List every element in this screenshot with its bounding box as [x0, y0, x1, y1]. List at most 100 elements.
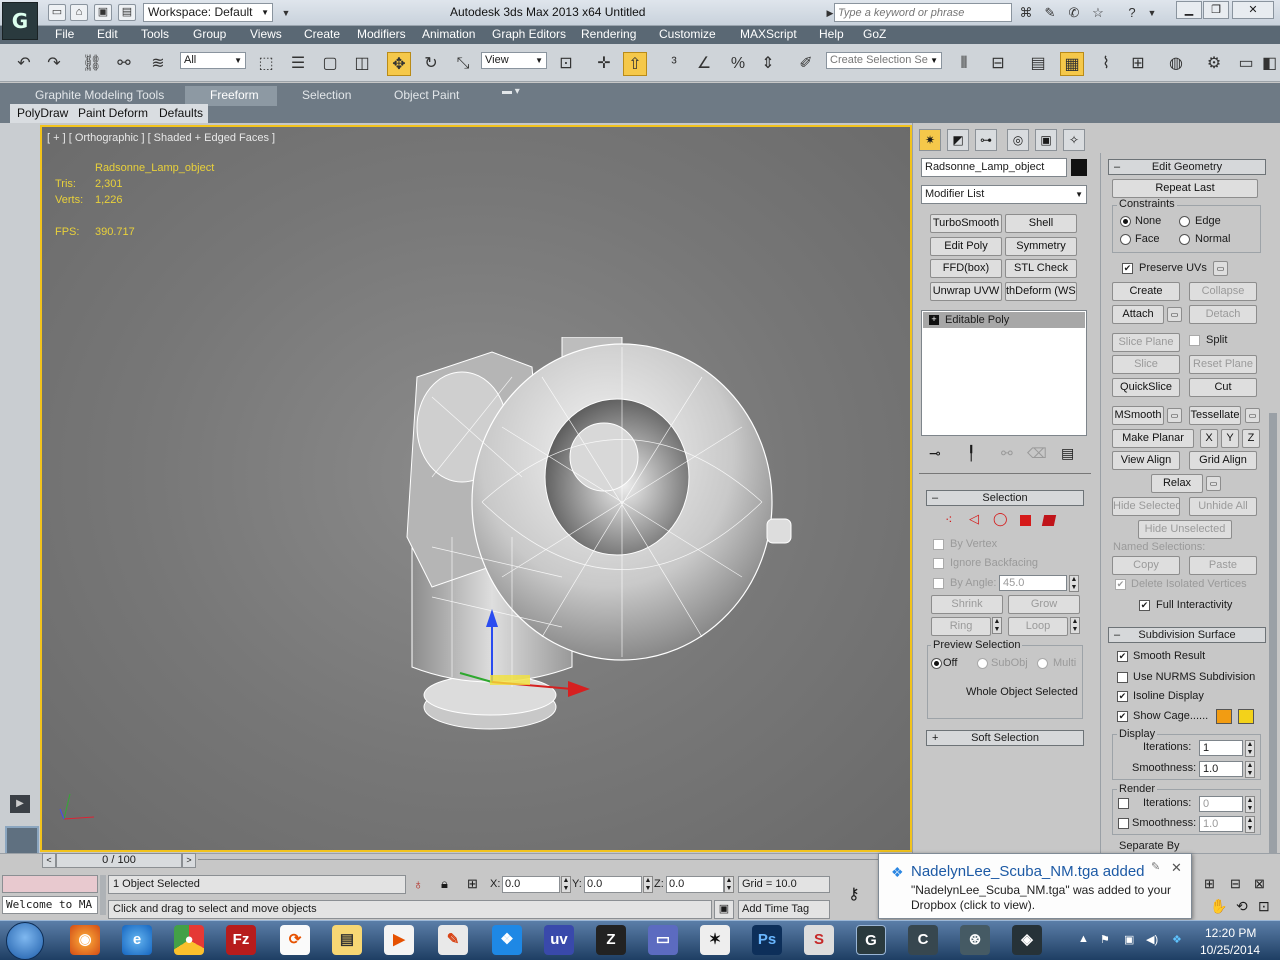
volume-icon[interactable]: ◀) [1146, 933, 1158, 946]
isoline-display-checkbox[interactable]: ✔ [1117, 691, 1128, 702]
ribbon-subtab-polydraw[interactable]: PolyDraw [17, 106, 68, 120]
create-tab-icon[interactable]: ✷ [919, 129, 941, 151]
slice-plane-button[interactable]: Slice Plane [1112, 333, 1180, 352]
planar-z-button[interactable]: Z [1242, 429, 1260, 448]
modifier-turbosmooth-button[interactable]: TurboSmooth [930, 214, 1002, 233]
reset-plane-button[interactable]: Reset Plane [1189, 355, 1257, 374]
modifier-unwrap-uvw-button[interactable]: Unwrap UVW [930, 282, 1002, 301]
delete-isolated-checkbox[interactable]: ✔ [1115, 579, 1126, 590]
y-coord-field[interactable]: 0.0 [584, 876, 642, 893]
split-checkbox[interactable] [1189, 335, 1200, 346]
quickslice-button[interactable]: QuickSlice [1112, 378, 1180, 397]
new-file-icon[interactable]: ▭ [48, 4, 66, 21]
copy-button[interactable]: Copy [1112, 556, 1180, 575]
maximize-viewport-icon[interactable]: ⊠ [1254, 876, 1265, 892]
pivot-center-icon[interactable]: ⊡ [554, 52, 578, 76]
display-tab-icon[interactable]: ▣ [1035, 129, 1057, 151]
zoom-extents-icon[interactable]: ⊞ [1204, 876, 1215, 892]
utilities-tab-icon[interactable]: ✧ [1063, 129, 1085, 151]
isolate-selection-icon[interactable]: ♁ [413, 876, 424, 892]
preview-multi-radio[interactable] [1037, 658, 1048, 669]
perspective-viewport[interactable]: [ + ] [ Orthographic ] [ Shaded + Edged … [40, 125, 912, 852]
paint-app-icon[interactable]: ✎ [438, 925, 468, 955]
menu-file[interactable]: File [55, 27, 74, 41]
material-editor-icon[interactable]: ◍ [1164, 52, 1188, 76]
ribbon-tab-selection[interactable]: Selection [302, 88, 351, 102]
ribbon-subtab-paint-deform[interactable]: Paint Deform [78, 106, 148, 120]
z-coord-spinner[interactable]: ▲ ▼ [724, 876, 734, 893]
window-crossing-icon[interactable]: ◫ [350, 52, 374, 76]
subscription-icon[interactable]: ✎ [1040, 4, 1060, 22]
menu-tools[interactable]: Tools [141, 27, 169, 41]
time-prev-icon[interactable]: < [42, 853, 56, 868]
hide-unselected-button[interactable]: Hide Unselected [1138, 520, 1232, 539]
rendered-frame-window-icon[interactable]: ▭ [1234, 52, 1258, 76]
3dsmax-taskbar-icon[interactable]: G [856, 925, 886, 955]
tessellate-settings-button[interactable]: ▭ [1245, 408, 1260, 423]
render-smoothness-spinner[interactable]: ▲ ▼ [1245, 816, 1255, 833]
constraint-face-radio[interactable] [1120, 234, 1131, 245]
shrink-button[interactable]: Shrink [931, 595, 1003, 614]
curve-editor-icon[interactable]: ⌇ [1094, 52, 1118, 76]
edge-mode-icon[interactable]: ◁ [969, 511, 979, 527]
mirror-icon[interactable]: ⫴ [952, 52, 976, 76]
msmooth-settings-button[interactable]: ▭ [1167, 408, 1182, 423]
angle-value-field[interactable]: 45.0 [999, 575, 1067, 591]
render-iterations-field[interactable]: 0 [1199, 796, 1243, 812]
planar-y-button[interactable]: Y [1221, 429, 1239, 448]
relax-button[interactable]: Relax [1151, 474, 1203, 493]
loop-button[interactable]: Loop [1008, 617, 1068, 636]
time-slider[interactable]: 0 / 100 [56, 853, 182, 868]
display-smoothness-field[interactable]: 1.0 [1199, 761, 1243, 777]
angle-spinner[interactable]: ▲ ▼ [1069, 575, 1079, 592]
maxscript-output[interactable]: Welcome to MA [2, 896, 98, 914]
start-button[interactable] [6, 922, 44, 960]
polygon-mode-icon[interactable] [1020, 515, 1031, 526]
search-input[interactable] [834, 3, 1012, 22]
object-color-swatch[interactable] [1071, 159, 1087, 176]
dropbox-taskbar-icon[interactable]: ❖ [492, 925, 522, 955]
time-tag-icon[interactable]: ▣ [714, 900, 734, 919]
show-end-result-icon[interactable]: ╿ [967, 445, 975, 462]
hierarchy-tab-icon[interactable]: ⊶ [975, 129, 997, 151]
menu-rendering[interactable]: Rendering [581, 27, 636, 41]
render-iterations-spinner[interactable]: ▲ ▼ [1245, 796, 1255, 813]
edit-named-selections-icon[interactable]: ✐ [794, 52, 818, 76]
constraint-normal-radio[interactable] [1179, 234, 1190, 245]
clock-time[interactable]: 12:20 PM [1205, 926, 1256, 940]
binoculars-icon[interactable]: ⌘ [1016, 4, 1036, 22]
field-of-view-icon[interactable]: ⊡ [1258, 898, 1270, 915]
make-unique-icon[interactable]: ⚯ [1001, 445, 1013, 462]
open-file-icon[interactable]: ⌂ [70, 4, 88, 21]
border-mode-icon[interactable]: ◯ [993, 511, 1008, 527]
pin-stack-icon[interactable]: ⊸ [929, 445, 941, 462]
spinner-snap-icon[interactable]: ⇕ [756, 52, 780, 76]
command-panel-scrollbar[interactable] [1269, 413, 1277, 853]
modifier-shell-button[interactable]: Shell [1005, 214, 1077, 233]
render-smoothness-checkbox[interactable] [1118, 818, 1129, 829]
msmooth-button[interactable]: MSmooth [1112, 406, 1164, 425]
media-player-icon[interactable]: ▶ [384, 925, 414, 955]
modifier-stl-check-button[interactable]: STL Check [1005, 259, 1077, 278]
menu-modifiers[interactable]: Modifiers [357, 27, 406, 41]
grow-button[interactable]: Grow [1008, 595, 1080, 614]
z-coord-field[interactable]: 0.0 [666, 876, 724, 893]
orbit-icon[interactable]: ⟲ [1236, 898, 1248, 915]
ignore-backfacing-checkbox[interactable] [933, 558, 944, 569]
communication-icon[interactable]: ✆ [1064, 4, 1084, 22]
use-nurms-checkbox[interactable] [1117, 672, 1128, 683]
tray-expand-icon[interactable]: ▲ [1078, 933, 1089, 945]
help-button[interactable]: ? [1122, 4, 1142, 22]
menu-goz[interactable]: GoZ [863, 27, 886, 41]
select-and-move-icon[interactable]: ✥ [387, 52, 411, 76]
dropbox-notification[interactable]: ❖ NadelynLee_Scuba_NM.tga added ✎ ✕ "Nad… [878, 853, 1192, 919]
save-icon[interactable]: ▣ [94, 4, 112, 21]
ribbon-tab-freeform[interactable]: Freeform [210, 88, 259, 102]
ribbon-tab-graphite-modeling-tools[interactable]: Graphite Modeling Tools [35, 88, 164, 102]
by-vertex-checkbox[interactable] [933, 539, 944, 550]
manipulate-icon[interactable]: ✛ [592, 52, 616, 76]
viewport-label[interactable]: [ + ] [ Orthographic ] [ Shaded + Edged … [47, 132, 275, 144]
link-icon[interactable]: ⛓ [80, 52, 104, 76]
x-coord-field[interactable]: 0.0 [502, 876, 560, 893]
chrome-icon[interactable]: ● [174, 925, 204, 955]
